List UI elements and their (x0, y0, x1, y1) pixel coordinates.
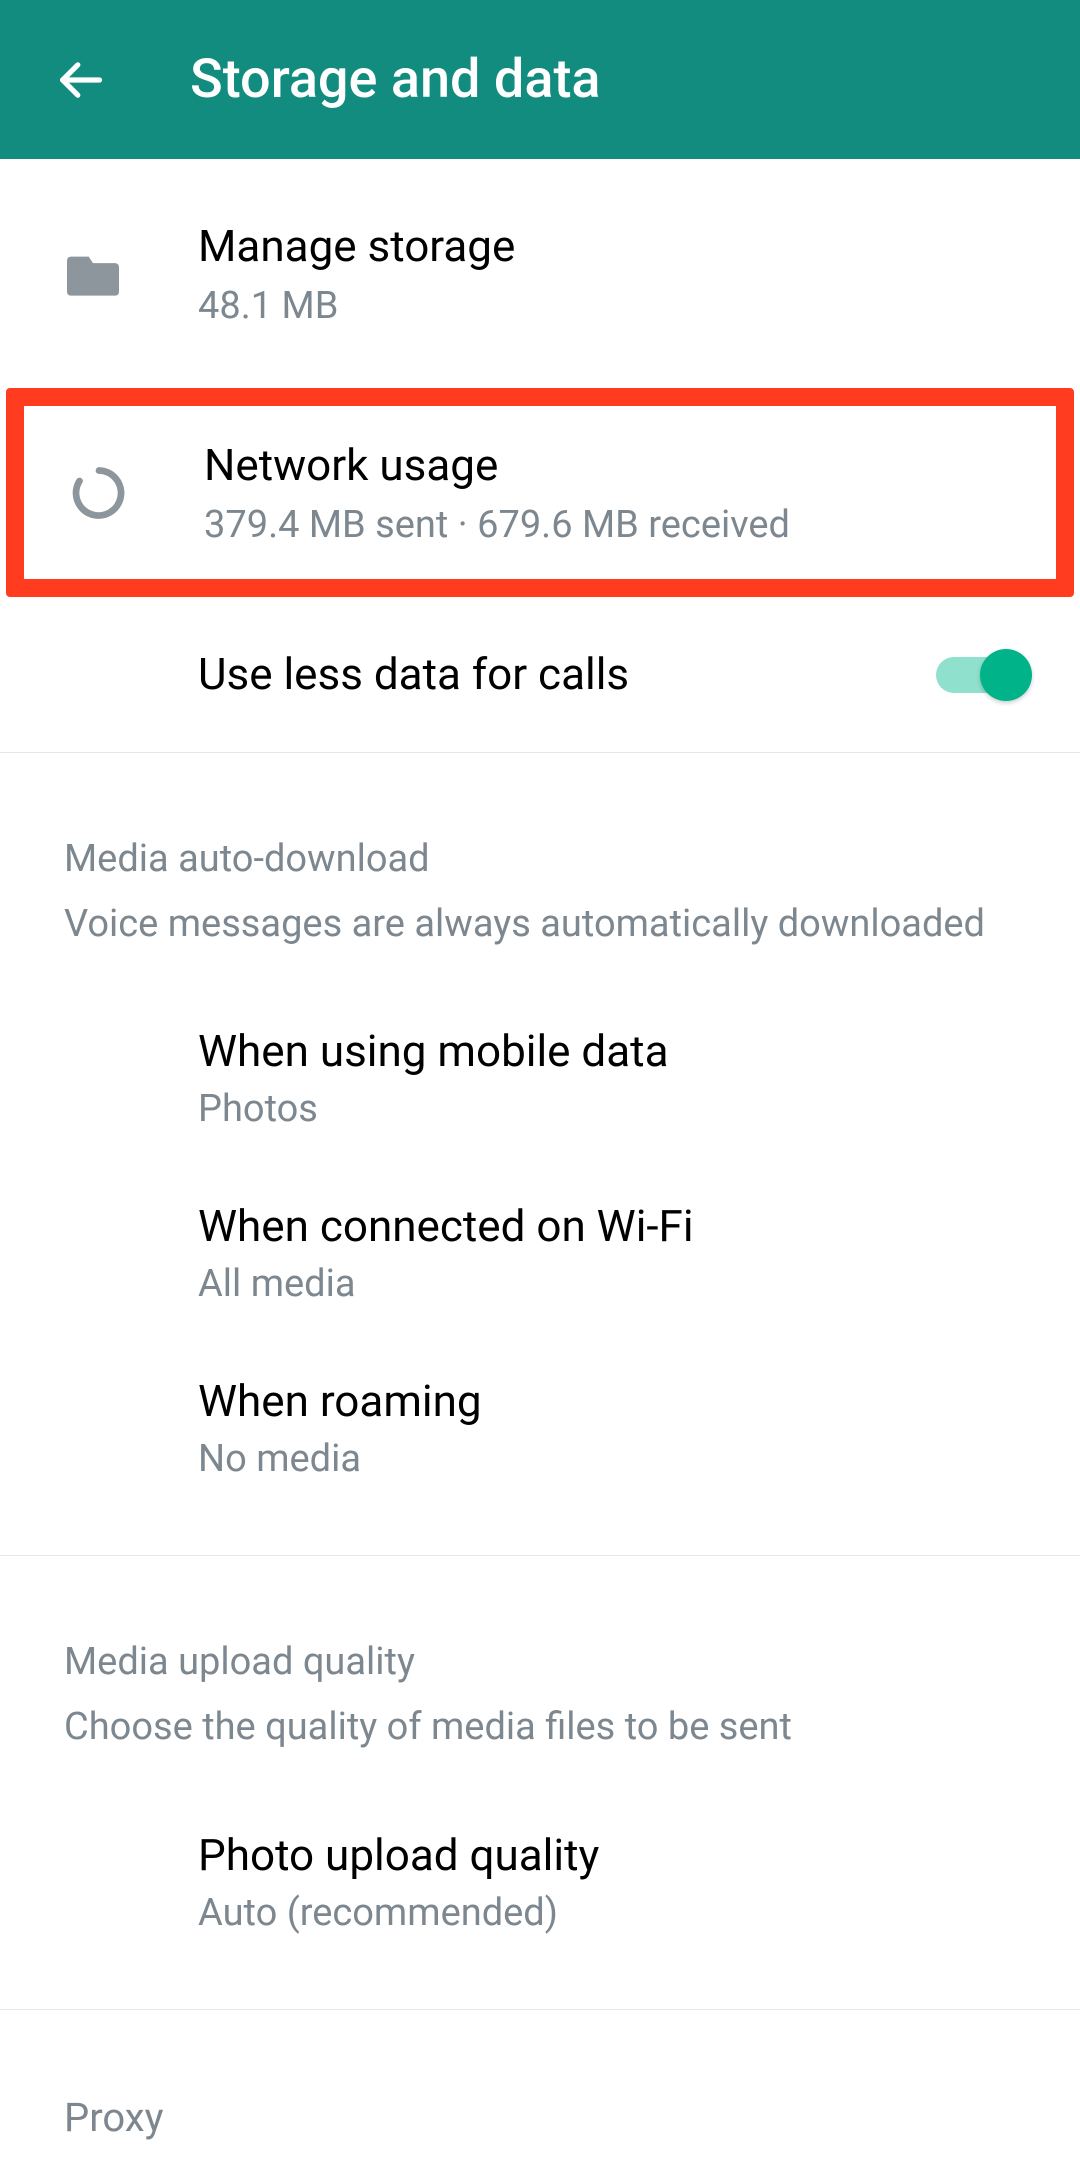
divider (0, 1555, 1080, 1556)
media-auto-download-header: Media auto-download (0, 837, 1080, 881)
back-arrow-icon (54, 54, 106, 106)
roaming-sub: No media (198, 1437, 1032, 1481)
manage-storage-item[interactable]: Manage storage 48.1 MB (0, 159, 1080, 388)
wifi-sub: All media (198, 1262, 1032, 1306)
media-upload-quality-sub: Choose the quality of media files to be … (0, 1702, 1080, 1753)
photo-upload-sub: Auto (recommended) (198, 1891, 1032, 1935)
divider (0, 752, 1080, 753)
data-usage-icon (70, 466, 128, 520)
switch-thumb (980, 649, 1032, 701)
app-bar: Storage and data (0, 0, 1080, 159)
roaming-title: When roaming (198, 1374, 1032, 1429)
back-button[interactable] (40, 40, 120, 120)
mobile-data-title: When using mobile data (198, 1024, 1032, 1079)
network-usage-title: Network usage (204, 438, 1008, 493)
page-title: Storage and data (190, 48, 601, 111)
mobile-data-item[interactable]: When using mobile data Photos (0, 990, 1080, 1165)
wifi-title: When connected on Wi-Fi (198, 1199, 1032, 1254)
roaming-item[interactable]: When roaming No media (0, 1340, 1080, 1515)
network-usage-highlight: Network usage 379.4 MB sent · 679.6 MB r… (6, 388, 1074, 597)
network-usage-sub: 379.4 MB sent · 679.6 MB received (204, 503, 1008, 547)
mobile-data-sub: Photos (198, 1087, 1032, 1131)
use-less-data-title: Use less data for calls (198, 647, 936, 702)
media-upload-quality-header: Media upload quality (0, 1640, 1080, 1684)
media-auto-download-sub: Voice messages are always automatically … (0, 899, 1080, 950)
proxy-header: Proxy (64, 2094, 1016, 2141)
network-usage-item[interactable]: Network usage 379.4 MB sent · 679.6 MB r… (24, 406, 1056, 579)
use-less-data-item[interactable]: Use less data for calls (0, 597, 1080, 752)
folder-icon (64, 252, 122, 296)
use-less-data-switch[interactable] (936, 649, 1032, 701)
wifi-item[interactable]: When connected on Wi-Fi All media (0, 1165, 1080, 1340)
divider (0, 2009, 1080, 2010)
manage-storage-title: Manage storage (198, 219, 1032, 274)
photo-upload-title: Photo upload quality (198, 1828, 1032, 1883)
photo-upload-item[interactable]: Photo upload quality Auto (recommended) (0, 1794, 1080, 1969)
manage-storage-sub: 48.1 MB (198, 284, 1032, 328)
